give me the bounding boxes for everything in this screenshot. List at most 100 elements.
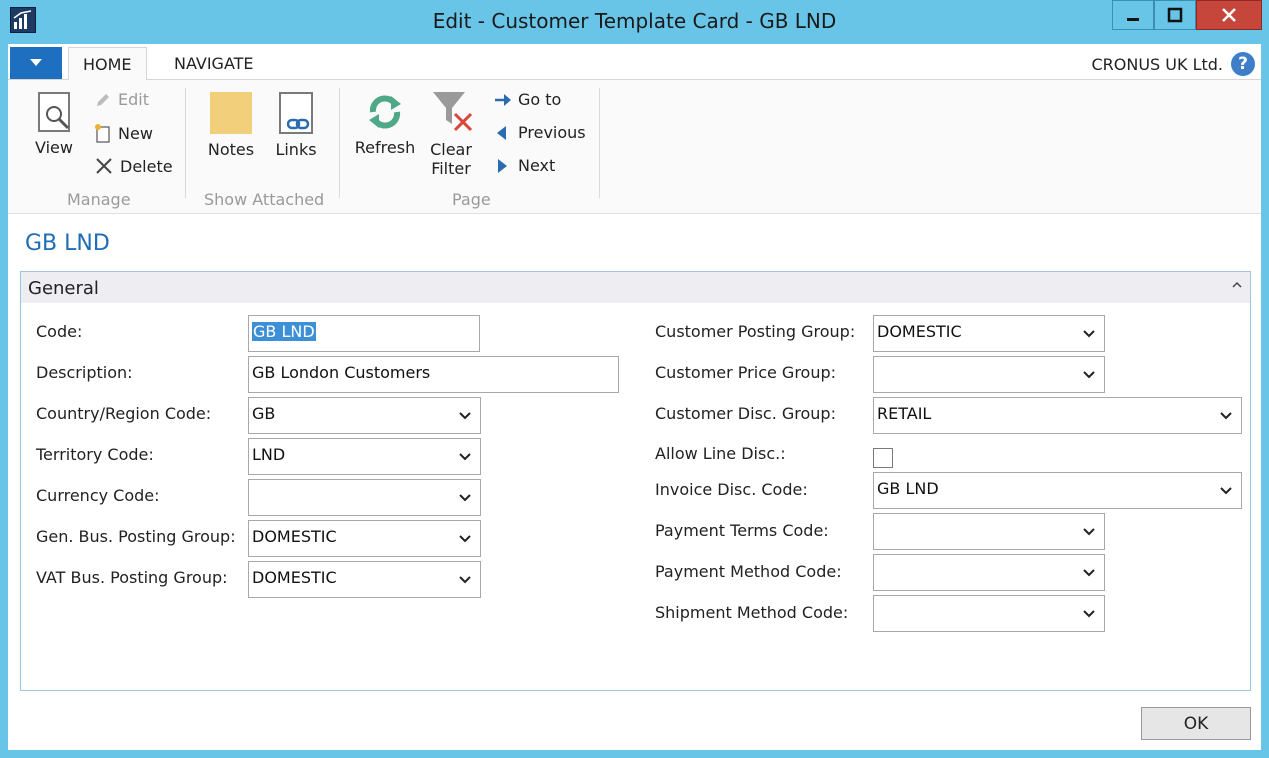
- delete-x-icon: [96, 158, 112, 174]
- currency-code-label: Currency Code:: [36, 486, 160, 505]
- new-button[interactable]: New: [94, 123, 153, 143]
- view-label: View: [35, 138, 73, 157]
- window-client: HOME NAVIGATE CRONUS UK Ltd. ? View Edit: [8, 44, 1261, 750]
- chevron-down-icon: [1083, 528, 1095, 536]
- close-icon: [1222, 8, 1236, 22]
- go-to-label: Go to: [518, 90, 562, 109]
- shipment-method-code-dropdown[interactable]: [873, 595, 1105, 632]
- edit-label: Edit: [118, 90, 149, 109]
- notes-label: Notes: [207, 140, 255, 159]
- next-button[interactable]: Next: [494, 156, 555, 175]
- clear-filter-icon: [431, 90, 473, 132]
- previous-label: Previous: [518, 123, 586, 142]
- notes-button[interactable]: Notes: [206, 92, 256, 159]
- refresh-button[interactable]: Refresh: [354, 92, 416, 157]
- customer-disc-group-dropdown[interactable]: RETAIL: [873, 397, 1242, 434]
- gen-bus-posting-group-label: Gen. Bus. Posting Group:: [36, 527, 236, 546]
- currency-code-dropdown[interactable]: [248, 479, 481, 516]
- code-field[interactable]: GB LND: [248, 315, 480, 352]
- group-label-manage: Manage: [67, 190, 131, 209]
- delete-button[interactable]: Delete: [94, 156, 173, 176]
- company-name[interactable]: CRONUS UK Ltd.: [1091, 55, 1223, 74]
- chevron-down-icon: [1220, 412, 1232, 420]
- application-menu-button[interactable]: [10, 47, 62, 79]
- maximize-button[interactable]: [1154, 0, 1196, 30]
- chevron-down-icon: [1083, 610, 1095, 618]
- links-label: Links: [275, 140, 317, 159]
- refresh-label: Refresh: [354, 138, 416, 157]
- ok-button[interactable]: OK: [1141, 707, 1251, 740]
- previous-button[interactable]: Previous: [494, 123, 586, 142]
- next-triangle-icon: [498, 158, 507, 173]
- payment-method-code-label: Payment Method Code:: [655, 562, 842, 581]
- view-button[interactable]: View: [32, 92, 76, 157]
- chevron-down-icon: [1220, 487, 1232, 495]
- new-label: New: [118, 123, 153, 143]
- customer-price-group-label: Customer Price Group:: [655, 363, 837, 382]
- minimize-button[interactable]: [1112, 0, 1154, 30]
- gen-bus-posting-group-value: DOMESTIC: [252, 527, 337, 546]
- customer-disc-group-value: RETAIL: [877, 404, 932, 423]
- ribbon-tabs: HOME NAVIGATE CRONUS UK Ltd. ?: [8, 44, 1261, 81]
- chevron-down-icon: [1083, 371, 1095, 379]
- chevron-down-icon: [459, 412, 471, 420]
- next-label: Next: [518, 156, 556, 175]
- customer-disc-group-label: Customer Disc. Group:: [655, 404, 836, 423]
- vat-bus-posting-group-label: VAT Bus. Posting Group:: [36, 568, 228, 587]
- go-to-button[interactable]: Go to: [494, 90, 561, 109]
- payment-method-code-dropdown[interactable]: [873, 554, 1105, 591]
- vat-bus-posting-group-value: DOMESTIC: [252, 568, 337, 587]
- pencil-icon: [97, 93, 109, 106]
- tab-home[interactable]: HOME: [68, 47, 147, 81]
- edit-button[interactable]: Edit: [94, 90, 149, 109]
- customer-posting-group-label: Customer Posting Group:: [655, 322, 856, 341]
- chevron-down-icon: [459, 494, 471, 502]
- invoice-disc-code-value: GB LND: [877, 479, 939, 498]
- tab-navigate[interactable]: NAVIGATE: [160, 47, 268, 81]
- allow-line-disc-checkbox[interactable]: [873, 448, 893, 468]
- window-title: Edit - Customer Template Card - GB LND: [432, 9, 837, 33]
- shipment-method-code-label: Shipment Method Code:: [655, 603, 849, 622]
- view-icon: [38, 92, 70, 132]
- general-fasttab-header[interactable]: General: [21, 272, 1250, 303]
- customer-price-group-dropdown[interactable]: [873, 356, 1105, 393]
- description-value: GB London Customers: [252, 363, 431, 382]
- territory-code-dropdown[interactable]: LND: [248, 438, 481, 475]
- group-label-show-attached: Show Attached: [204, 190, 325, 209]
- close-button[interactable]: [1196, 0, 1262, 30]
- country-region-code-value: GB: [252, 404, 276, 423]
- refresh-icon: [365, 92, 405, 132]
- ribbon-separator: [339, 88, 340, 198]
- maximize-icon: [1167, 7, 1183, 23]
- customer-posting-group-value: DOMESTIC: [877, 322, 962, 341]
- help-icon[interactable]: ?: [1231, 52, 1255, 76]
- vat-bus-posting-group-dropdown[interactable]: DOMESTIC: [248, 561, 481, 598]
- payment-terms-code-dropdown[interactable]: [873, 513, 1105, 550]
- description-field[interactable]: GB London Customers: [248, 356, 619, 393]
- chevron-down-icon: [1083, 569, 1095, 577]
- country-region-code-label: Country/Region Code:: [36, 404, 212, 423]
- new-document-icon: [95, 124, 110, 143]
- minimize-icon: [1127, 18, 1139, 21]
- clear-filter-label-1: Clear: [430, 140, 472, 159]
- general-fasttab: General Code: GB LND Description: GB Lon…: [20, 271, 1251, 691]
- code-label: Code:: [36, 322, 83, 341]
- chevron-down-icon: [459, 453, 471, 461]
- gen-bus-posting-group-dropdown[interactable]: DOMESTIC: [248, 520, 481, 557]
- invoice-disc-code-dropdown[interactable]: GB LND: [873, 472, 1242, 509]
- notes-icon: [210, 92, 252, 134]
- country-region-code-dropdown[interactable]: GB: [248, 397, 481, 434]
- chevron-down-icon: [1083, 330, 1095, 338]
- title-bar: Edit - Customer Template Card - GB LND: [0, 0, 1269, 44]
- chevron-down-icon: [30, 59, 42, 66]
- page-title: GB LND: [25, 231, 110, 256]
- chevron-down-icon: [459, 576, 471, 584]
- ribbon-separator: [599, 88, 600, 198]
- clear-filter-button[interactable]: Clear Filter: [428, 90, 474, 178]
- customer-posting-group-dropdown[interactable]: DOMESTIC: [873, 315, 1105, 352]
- territory-code-label: Territory Code:: [36, 445, 154, 464]
- links-button[interactable]: Links: [274, 92, 318, 159]
- collapse-icon[interactable]: [1232, 278, 1242, 292]
- allow-line-disc-label: Allow Line Disc.:: [655, 444, 786, 463]
- general-fasttab-title: General: [28, 278, 99, 299]
